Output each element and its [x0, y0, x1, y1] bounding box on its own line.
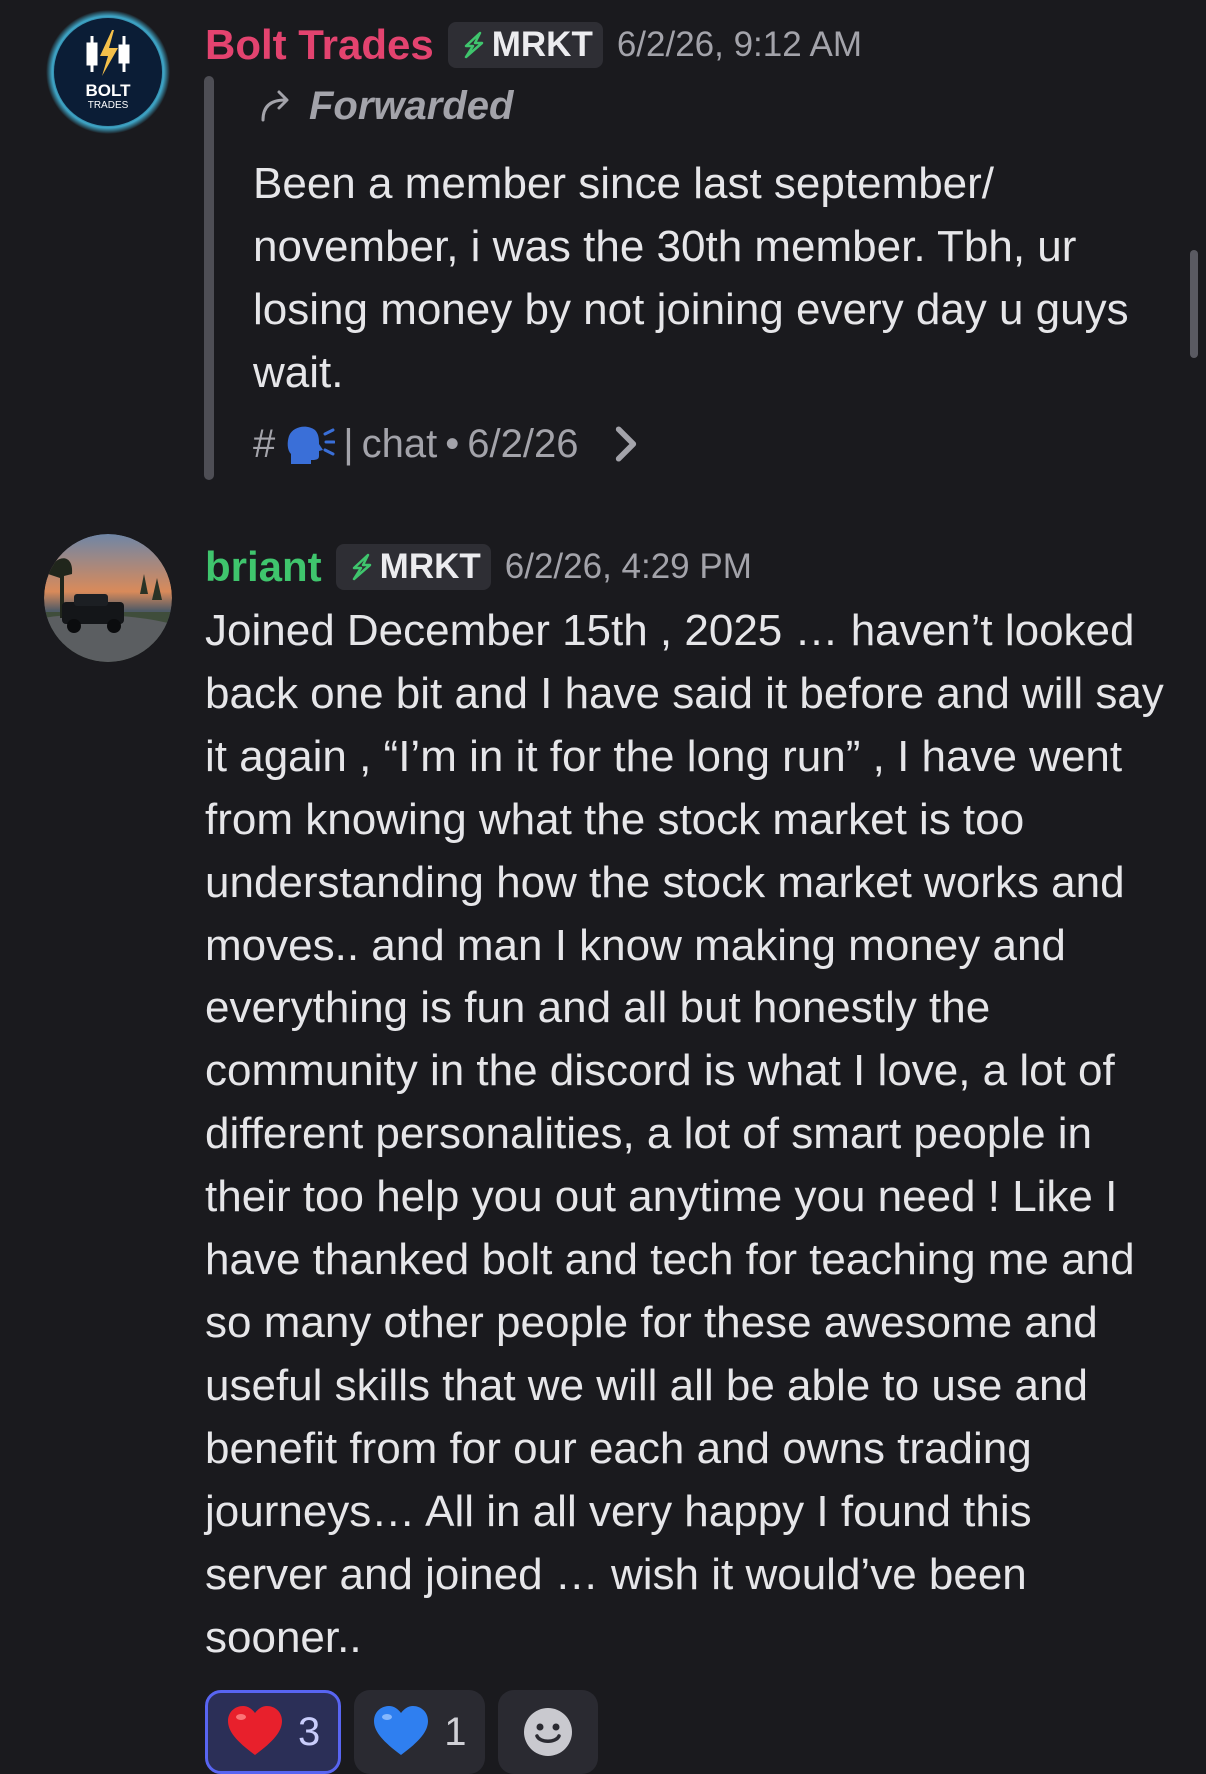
source-channel: chat	[361, 421, 438, 466]
forwarded-source-link[interactable]: # | chat • 6/2/26	[253, 420, 652, 468]
forwarded-label: Forwarded	[257, 84, 513, 129]
forwarded-message-body: Been a member since last september/ nove…	[253, 159, 1129, 397]
source-separator: |	[343, 421, 354, 466]
svg-text:TRADES: TRADES	[88, 100, 129, 111]
server-tag[interactable]: MRKT	[335, 544, 491, 590]
forwarded-text: Forwarded	[309, 84, 514, 128]
reaction-blue-heart[interactable]: 1	[354, 1690, 485, 1774]
add-reaction-button[interactable]	[497, 1690, 598, 1774]
chat-view: BOLT TRADES Bolt Trades MRKT 6/2/26, 9:1…	[0, 0, 1206, 1774]
chevron-right-icon	[616, 426, 637, 462]
message-bolt-trades: BOLT TRADES Bolt Trades MRKT 6/2/26, 9:1…	[0, 0, 1206, 500]
bolt-icon	[352, 553, 371, 581]
timestamp: 6/2/26, 4:29 PM	[504, 547, 752, 586]
reaction-count: 3	[298, 1709, 321, 1754]
forward-arrow-icon	[261, 90, 289, 121]
source-date: 6/2/26	[467, 421, 579, 466]
avatar-briant[interactable]	[44, 534, 172, 662]
server-tag-label: MRKT	[379, 547, 481, 586]
source-dot: •	[445, 421, 460, 466]
username[interactable]: Bolt Trades	[205, 21, 434, 69]
avatar-bolt-trades[interactable]: BOLT TRADES	[44, 8, 172, 136]
message-body: Joined December 15th , 2025 … haven’t lo…	[205, 606, 1164, 1662]
message-header: briant MRKT 6/2/26, 4:29 PM	[205, 538, 752, 596]
reaction-count: 1	[444, 1709, 467, 1754]
speaking-head-icon	[287, 426, 336, 464]
bolt-icon	[464, 31, 483, 59]
smiley-add-reaction-icon	[523, 1708, 572, 1756]
server-tag-label: MRKT	[491, 25, 593, 64]
server-tag[interactable]: MRKT	[447, 22, 603, 68]
username[interactable]: briant	[205, 543, 322, 591]
forward-quote-bar	[204, 76, 214, 480]
channel-hash: #	[253, 421, 276, 466]
blue-heart-icon	[374, 1706, 429, 1755]
bolt-trades-logo: BOLT TRADES	[46, 10, 170, 134]
timestamp: 6/2/26, 9:12 AM	[616, 25, 862, 64]
red-heart-icon	[228, 1706, 282, 1755]
svg-text:BOLT: BOLT	[85, 81, 131, 100]
reaction-red-heart[interactable]: 3	[205, 1690, 342, 1774]
reaction-bar: 3 1	[205, 1690, 598, 1774]
briant-avatar-photo	[44, 534, 172, 662]
message-header: Bolt Trades MRKT 6/2/26, 9:12 AM	[205, 16, 862, 74]
